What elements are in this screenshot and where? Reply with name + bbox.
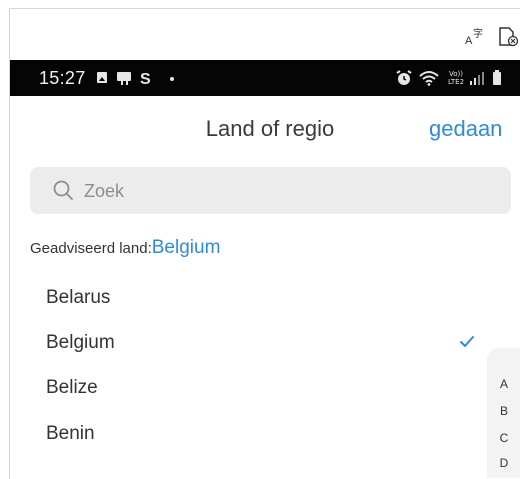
alpha-letter-a[interactable]: A bbox=[498, 377, 510, 391]
svg-text:字: 字 bbox=[473, 27, 483, 40]
wifi-icon bbox=[419, 71, 439, 86]
country-item-belgium[interactable]: Belgium bbox=[46, 332, 476, 362]
check-icon bbox=[460, 336, 474, 347]
gallery-notification-icon bbox=[97, 72, 107, 83]
svg-text:S: S bbox=[140, 71, 151, 86]
search-icon bbox=[53, 180, 73, 200]
country-item-benin[interactable]: Benin bbox=[46, 423, 476, 453]
done-button[interactable]: gedaan bbox=[429, 116, 502, 142]
translate-icon[interactable]: A 字 bbox=[464, 26, 486, 46]
status-bar: 15:27 S Vo)) LTE2 bbox=[10, 60, 520, 96]
suggested-country-link[interactable]: Belgium bbox=[152, 237, 221, 258]
alpha-letter-b[interactable]: B bbox=[498, 404, 510, 418]
network-type-label: Vo)) LTE2 bbox=[447, 70, 465, 86]
document-icon[interactable] bbox=[497, 26, 519, 48]
more-notifications-dot-icon bbox=[170, 77, 174, 81]
svg-text:A: A bbox=[465, 35, 473, 46]
alarm-icon bbox=[396, 70, 412, 85]
battery-icon bbox=[493, 70, 501, 85]
country-item-belarus[interactable]: Belarus bbox=[46, 287, 476, 317]
search-box[interactable] bbox=[30, 167, 511, 214]
signal-icon bbox=[470, 72, 484, 85]
app-toolbar bbox=[0, 0, 520, 58]
country-item-belize[interactable]: Belize bbox=[46, 377, 476, 407]
skype-notification-icon: S bbox=[140, 71, 151, 86]
alpha-letter-d[interactable]: D bbox=[498, 456, 510, 470]
search-input[interactable] bbox=[82, 177, 486, 205]
alpha-letter-c[interactable]: C bbox=[498, 431, 510, 445]
chat-notification-icon bbox=[117, 72, 131, 85]
suggested-country-label: Geadviseerd land: bbox=[30, 240, 152, 257]
suggested-country-row: Geadviseerd land:Belgium bbox=[30, 237, 220, 259]
status-time: 15:27 bbox=[39, 68, 86, 88]
